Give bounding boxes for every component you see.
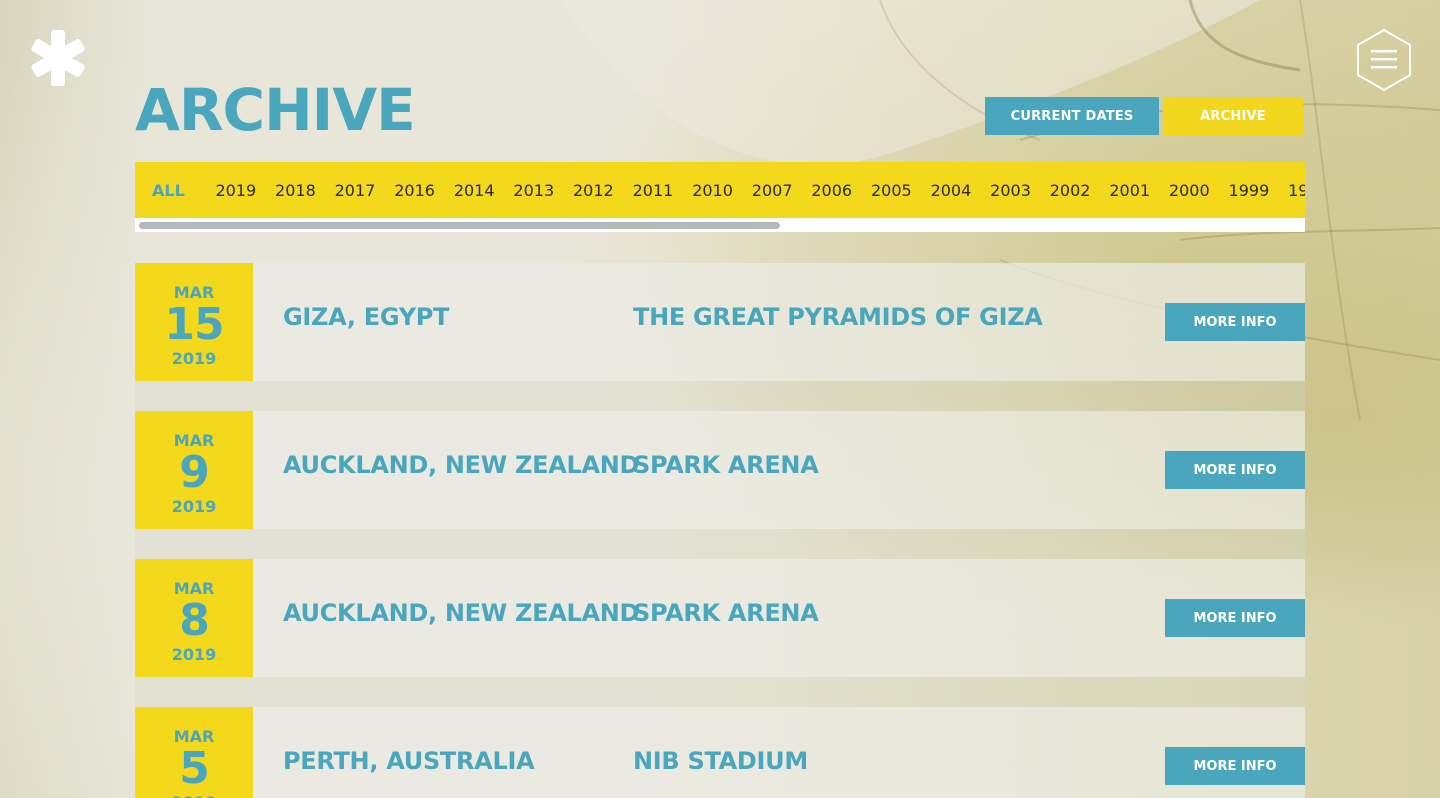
event-row: MAR 9 2019 AUCKLAND, NEW ZEALAND SPARK A… bbox=[135, 411, 1305, 559]
year-list: ALL 2019 2018 2017 2016 2014 2013 2012 2… bbox=[135, 162, 1305, 218]
event-venue: NIB STADIUM bbox=[633, 747, 808, 775]
event-date: MAR 5 2019 bbox=[135, 707, 253, 798]
year-filter-all[interactable]: ALL bbox=[152, 181, 200, 200]
year-filter-item[interactable]: 2004 bbox=[921, 181, 981, 200]
event-year: 2019 bbox=[171, 497, 217, 516]
year-filter-item[interactable]: 2018 bbox=[266, 181, 326, 200]
year-filter-item[interactable]: 2019 bbox=[206, 181, 266, 200]
year-filter-item[interactable]: 2010 bbox=[683, 181, 743, 200]
event-city: PERTH, AUSTRALIA bbox=[283, 747, 535, 775]
year-filter-item[interactable]: 1998 bbox=[1279, 181, 1305, 200]
year-scrollbar[interactable] bbox=[135, 218, 1305, 232]
event-year: 2019 bbox=[171, 349, 217, 368]
year-filter-item[interactable]: 1999 bbox=[1219, 181, 1279, 200]
event-day: 5 bbox=[179, 743, 210, 794]
event-city: GIZA, EGYPT bbox=[283, 303, 450, 331]
event-year: 2019 bbox=[135, 793, 253, 798]
year-filter-item[interactable]: 2017 bbox=[325, 181, 385, 200]
event-row: MAR 8 2019 AUCKLAND, NEW ZEALAND SPARK A… bbox=[135, 559, 1305, 707]
year-filter-item[interactable]: 2012 bbox=[564, 181, 624, 200]
hexagon-menu-icon[interactable] bbox=[1354, 28, 1414, 92]
archive-button[interactable]: ARCHIVE bbox=[1163, 97, 1303, 135]
event-venue: THE GREAT PYRAMIDS OF GIZA bbox=[633, 303, 1043, 331]
event-date: MAR 8 2019 bbox=[135, 559, 253, 677]
year-filter-item[interactable]: 2016 bbox=[385, 181, 445, 200]
event-day: 15 bbox=[164, 299, 224, 350]
event-day: 9 bbox=[179, 447, 210, 498]
current-dates-button[interactable]: CURRENT DATES bbox=[985, 97, 1159, 135]
year-filter-item[interactable]: 2011 bbox=[623, 181, 683, 200]
year-filter-item[interactable]: 2000 bbox=[1160, 181, 1220, 200]
event-day: 8 bbox=[179, 595, 210, 646]
year-filter-bar: ALL 2019 2018 2017 2016 2014 2013 2012 2… bbox=[135, 162, 1305, 218]
more-info-button[interactable]: MORE INFO bbox=[1165, 599, 1305, 637]
year-filter-item[interactable]: 2002 bbox=[1040, 181, 1100, 200]
event-row: MAR 15 2019 GIZA, EGYPT THE GREAT PYRAMI… bbox=[135, 263, 1305, 411]
year-filter-item[interactable]: 2013 bbox=[504, 181, 564, 200]
event-venue: SPARK ARENA bbox=[633, 599, 819, 627]
year-filter-item[interactable]: 2001 bbox=[1100, 181, 1160, 200]
event-date: MAR 9 2019 bbox=[135, 411, 253, 529]
year-scrollbar-thumb[interactable] bbox=[139, 222, 780, 229]
page-title: ARCHIVE bbox=[135, 76, 416, 144]
event-city: AUCKLAND, NEW ZEALAND bbox=[283, 451, 640, 479]
year-filter-item[interactable]: 2003 bbox=[981, 181, 1041, 200]
event-date: MAR 15 2019 bbox=[135, 263, 253, 381]
more-info-button[interactable]: MORE INFO bbox=[1165, 747, 1305, 785]
year-filter-item[interactable]: 2005 bbox=[862, 181, 922, 200]
event-venue: SPARK ARENA bbox=[633, 451, 819, 479]
more-info-button[interactable]: MORE INFO bbox=[1165, 303, 1305, 341]
asterisk-logo-icon[interactable] bbox=[28, 28, 88, 88]
event-year: 2019 bbox=[171, 645, 217, 664]
year-filter-item[interactable]: 2006 bbox=[802, 181, 862, 200]
event-row: MAR 5 2019 PERTH, AUSTRALIA NIB STADIUM … bbox=[135, 707, 1305, 798]
year-filter-item[interactable]: 2014 bbox=[444, 181, 504, 200]
event-city: AUCKLAND, NEW ZEALAND bbox=[283, 599, 640, 627]
year-filter-item[interactable]: 2007 bbox=[742, 181, 802, 200]
more-info-button[interactable]: MORE INFO bbox=[1165, 451, 1305, 489]
